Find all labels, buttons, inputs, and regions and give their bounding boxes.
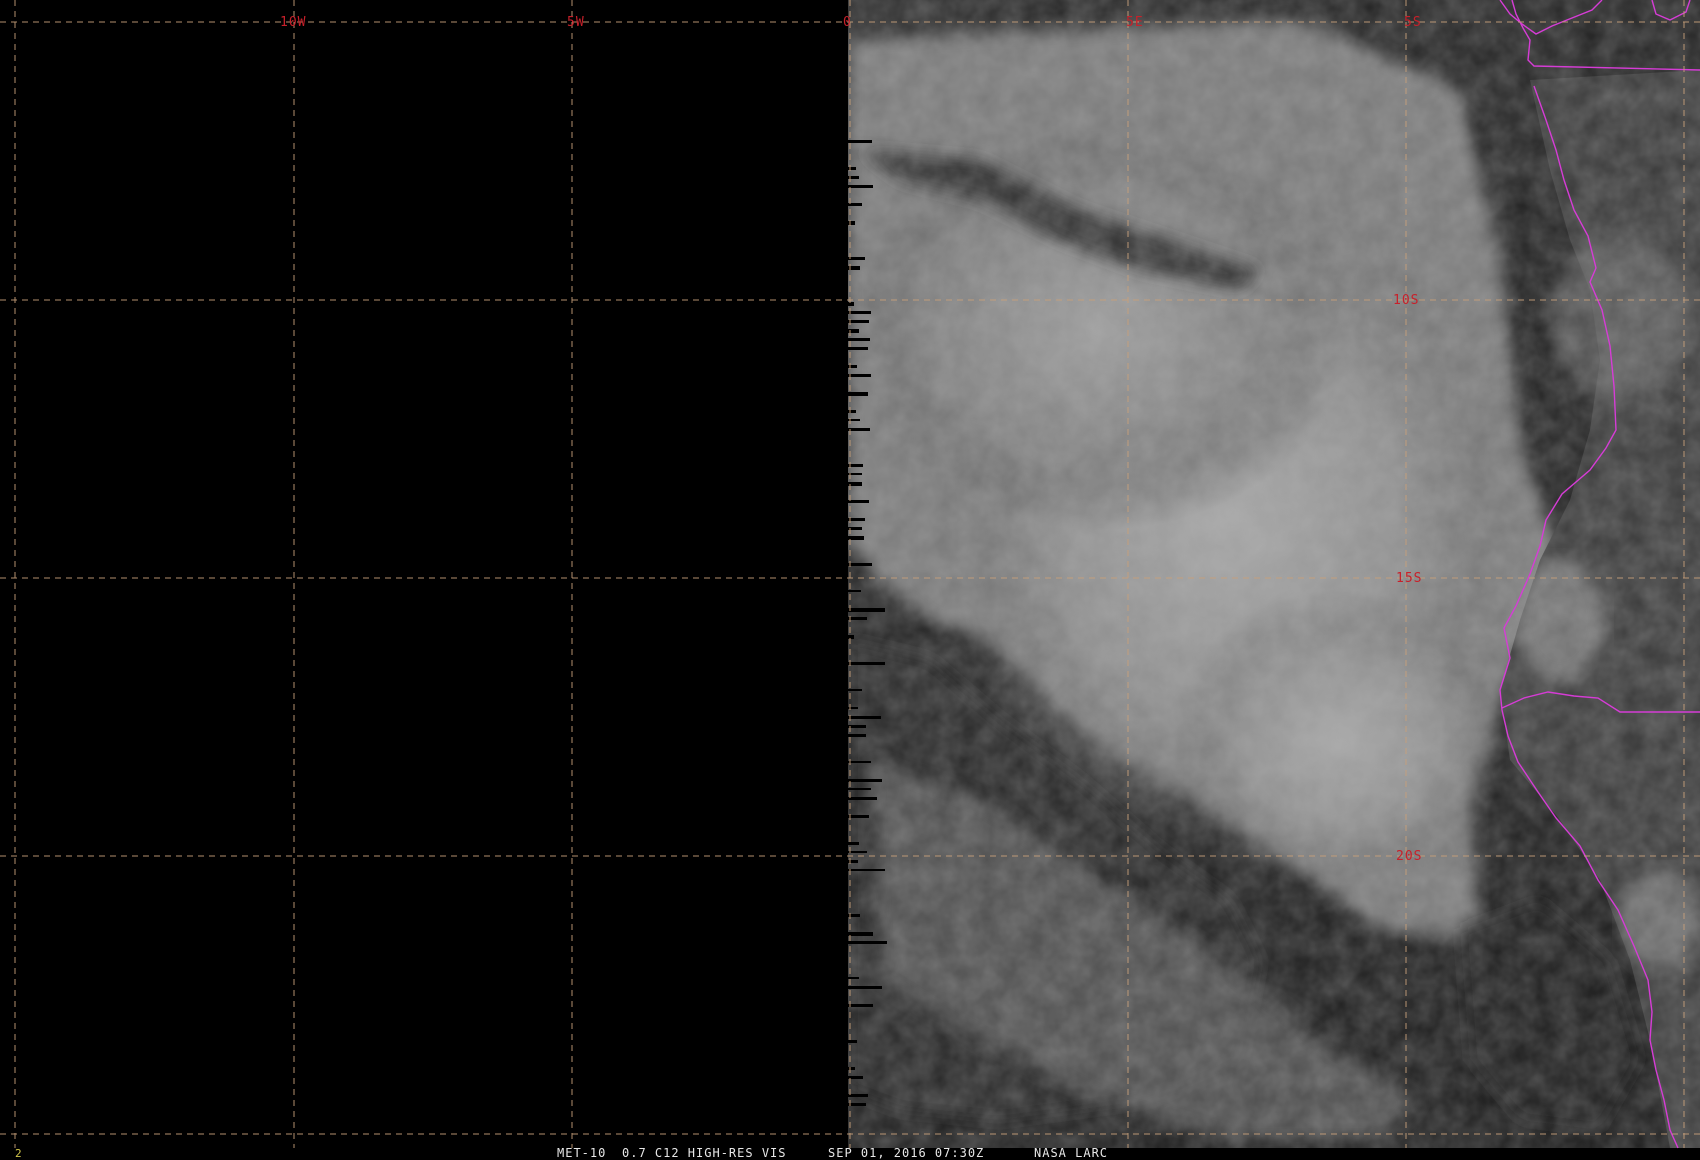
scan-tick xyxy=(848,941,887,944)
scan-tick xyxy=(848,869,885,871)
scan-tick xyxy=(848,257,865,260)
scan-tick xyxy=(848,1103,866,1106)
data-source: NASA LARC xyxy=(1034,1146,1108,1160)
scan-tick xyxy=(848,590,861,592)
scan-tick xyxy=(848,392,868,396)
scan-tick xyxy=(848,779,882,782)
scan-tick xyxy=(848,932,873,936)
scan-tick xyxy=(848,365,857,368)
scan-tick xyxy=(848,1094,868,1097)
scan-tick xyxy=(848,347,868,350)
scan-tick xyxy=(848,986,882,989)
satellite-map: 10W 5W 0 5E 5S 10S 15S 20S 2 MET-10 0.7 … xyxy=(0,0,1700,1160)
scan-tick xyxy=(848,185,873,188)
scan-tick xyxy=(848,320,869,323)
scan-tick xyxy=(848,662,885,665)
scan-tick xyxy=(848,374,871,377)
image-caption: 2 MET-10 0.7 C12 HIGH-RES VIS SEP 01, 20… xyxy=(15,1146,1108,1160)
scan-tick xyxy=(848,500,869,503)
scan-tick xyxy=(848,635,854,639)
scan-tick xyxy=(848,221,855,225)
lon-label-5w: 5W xyxy=(567,15,585,30)
scan-tick xyxy=(848,734,866,737)
lat-label-10s: 10S xyxy=(1393,293,1419,308)
scan-tick xyxy=(848,617,867,620)
lat-label-15s: 15S xyxy=(1396,571,1422,586)
scan-tick xyxy=(848,842,859,845)
scan-tick xyxy=(848,563,872,566)
scan-tick xyxy=(848,689,862,691)
satellite-name: MET-10 xyxy=(557,1146,606,1160)
scan-tick xyxy=(848,302,854,306)
scan-tick xyxy=(848,716,881,719)
scan-tick xyxy=(848,1004,873,1007)
channel-description: 0.7 C12 HIGH-RES VIS xyxy=(622,1146,787,1160)
scan-tick xyxy=(848,1040,857,1043)
scan-tick xyxy=(848,167,856,170)
scan-tick xyxy=(848,725,866,728)
scan-tick xyxy=(848,851,867,853)
scan-tick xyxy=(848,608,885,612)
scan-tick xyxy=(848,815,869,818)
lon-label-0: 0 xyxy=(843,15,852,30)
scan-tick xyxy=(848,140,872,143)
scan-tick xyxy=(848,518,865,521)
lon-label-5e: 5E xyxy=(1126,15,1144,30)
scan-tick xyxy=(848,1067,855,1070)
lon-label-10w: 10W xyxy=(280,15,306,30)
satellite-imagery xyxy=(848,0,1700,1148)
scan-tick xyxy=(848,797,877,800)
observation-datetime: SEP 01, 2016 07:30Z xyxy=(828,1146,984,1160)
scan-tick xyxy=(848,410,856,413)
scan-tick xyxy=(848,761,871,763)
lat-label-5s: 5S xyxy=(1404,15,1422,30)
scan-tick xyxy=(848,338,870,341)
scan-tick xyxy=(848,428,870,431)
scan-tick xyxy=(848,311,871,314)
scan-tick xyxy=(848,788,871,790)
satellite-image-viewer: 10W 5W 0 5E 5S 10S 15S 20S 2 MET-10 0.7 … xyxy=(0,0,1700,1160)
frame-number: 2 xyxy=(15,1147,22,1160)
scan-tick xyxy=(848,977,859,979)
lat-label-20s: 20S xyxy=(1396,849,1422,864)
